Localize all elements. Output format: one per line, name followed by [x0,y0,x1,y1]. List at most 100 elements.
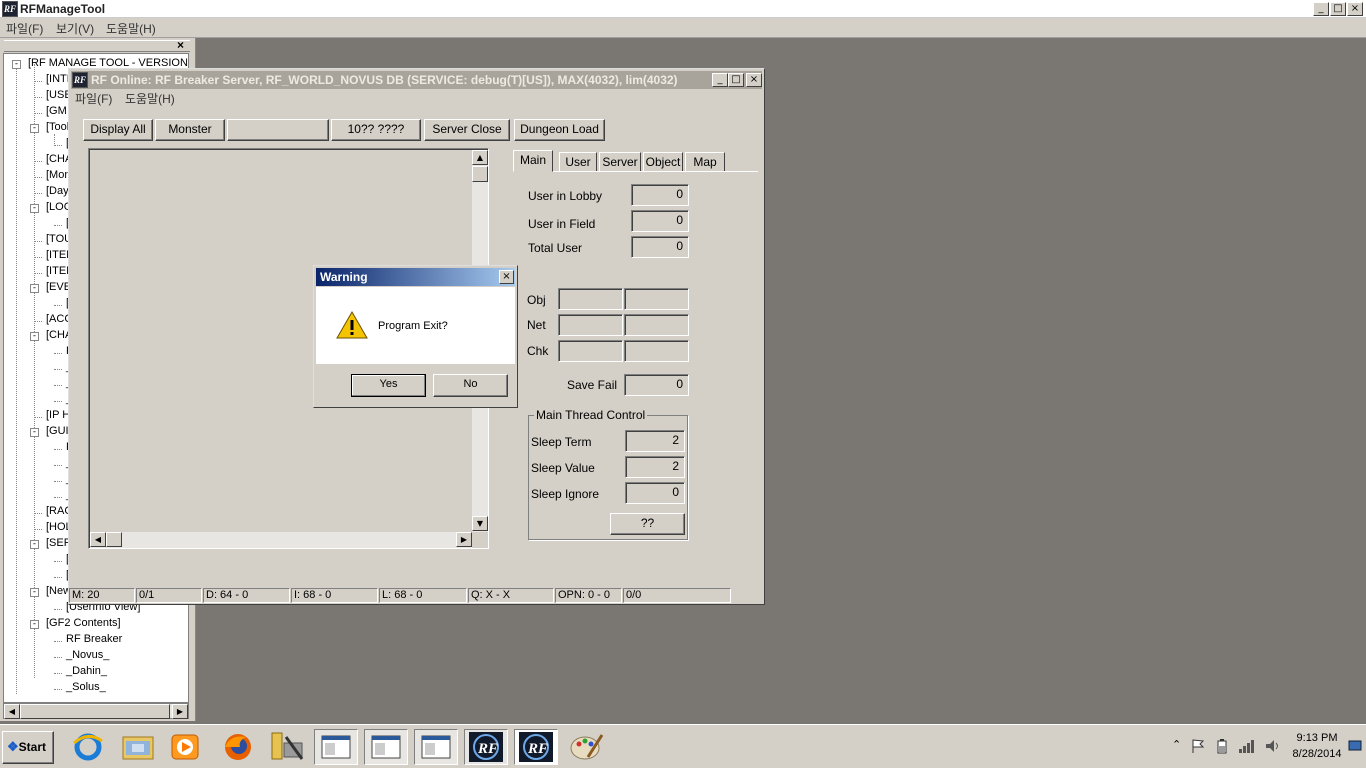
net-meter-2 [624,314,689,336]
scroll-right-icon[interactable]: ▶ [172,704,188,719]
start-button[interactable]: ❖Start [2,731,54,764]
monster-button[interactable]: Monster [155,119,225,141]
window-taskbar-button-2[interactable] [364,729,408,765]
tab-server[interactable]: Server [599,152,641,172]
window-icon [371,735,401,759]
obj-label: Obj [527,293,546,307]
sleep-value-value[interactable]: 2 [625,456,685,478]
clock-time[interactable]: 9:13 PM [1290,732,1344,744]
tree-node[interactable]: [GF2 Contents] [46,617,121,629]
tree-node[interactable]: _Solus_ [66,681,106,693]
tree-toggle-icon[interactable]: - [30,204,39,213]
window-icon [421,735,451,759]
restore-button[interactable]: □ [1330,2,1346,16]
minimize-button[interactable]: _ [1313,2,1329,16]
volume-icon[interactable] [1264,738,1280,754]
dialog-message: Program Exit? [378,320,448,332]
svg-text:RF: RF [527,741,548,757]
flag-icon[interactable] [1190,738,1206,754]
server-menu-file[interactable]: 파일(F) [75,90,112,107]
blank-button[interactable] [227,119,329,141]
scroll-up-icon[interactable]: ▲ [472,150,488,165]
tab-map[interactable]: Map [685,152,725,172]
tree-node[interactable]: RF Breaker [66,633,122,645]
media-player-icon [171,734,199,760]
server-minimize-button[interactable]: _ [712,73,728,87]
hscroll-thumb[interactable] [106,532,122,547]
sleep-value-label: Sleep Value [531,461,595,475]
file-explorer-icon [122,736,154,760]
hscroll-right-icon[interactable]: ▶ [456,532,472,547]
vertical-scroll-thumb[interactable] [472,166,488,182]
rf-icon: RF [469,732,503,762]
scroll-left-icon[interactable]: ◀ [4,704,20,719]
server-menu-help[interactable]: 도움말(H) [125,90,175,107]
window-taskbar-button-1[interactable] [314,729,358,765]
save-fail-value: 0 [624,374,689,396]
server-close-button[interactable]: × [746,73,762,87]
display-all-button[interactable]: Display All [83,119,153,141]
tree-toggle-icon[interactable]: - [30,540,39,549]
server-maximize-button[interactable]: □ [728,73,744,87]
show-desktop-icon[interactable] [1348,740,1362,752]
sleep-term-value[interactable]: 2 [625,430,685,452]
tree-toggle-icon[interactable]: - [30,284,39,293]
warning-icon [336,311,368,339]
paint-taskbar-button[interactable] [564,729,608,765]
status-i: I: 68 - 0 [291,588,378,603]
log-horizontal-scrollbar[interactable]: ◀ ▶ [90,532,472,548]
tab-object[interactable]: Object [643,152,683,172]
thread-apply-button[interactable]: ?? [610,513,685,535]
status-ratio: 0/0 [623,588,731,603]
menu-help[interactable]: 도움말(H) [106,20,156,37]
net-meter-1 [558,314,623,336]
yes-button[interactable]: Yes [351,374,426,397]
clock-date[interactable]: 8/28/2014 [1290,748,1344,760]
media-taskbar-button[interactable] [164,729,208,765]
tree-toggle-icon[interactable]: - [30,124,39,133]
tree-node[interactable]: _Dahin_ [66,665,107,677]
chk-meter-2 [624,340,689,362]
firefox-taskbar-button[interactable] [216,729,260,765]
tools-taskbar-button[interactable] [266,729,310,765]
tree-toggle-icon[interactable]: - [30,428,39,437]
tree-node[interactable]: [Day [46,185,69,197]
tree-toggle-icon[interactable]: - [12,60,21,69]
scroll-thumb[interactable] [20,704,170,719]
scroll-down-icon[interactable]: ▼ [472,516,488,531]
ie-taskbar-button[interactable] [66,729,110,765]
thread-control-title: Main Thread Control [534,408,648,422]
tree-toggle-icon[interactable]: - [30,332,39,341]
network-icon[interactable] [1238,738,1256,754]
tree-close-icon[interactable]: × [177,38,184,52]
tree-node[interactable]: _Novus_ [66,649,109,661]
close-button[interactable]: × [1347,2,1363,16]
hscroll-left-icon[interactable]: ◀ [90,532,106,547]
battery-icon[interactable] [1216,738,1228,754]
tree-toggle-icon[interactable]: - [30,588,39,597]
rf-taskbar-button-1[interactable]: RF [464,729,508,765]
tab-user[interactable]: User [559,152,597,172]
tree-node[interactable]: [Mon [46,169,70,181]
server-close-toolbar-button[interactable]: Server Close [424,119,510,141]
menu-view[interactable]: 보기(V) [56,20,94,37]
explorer-taskbar-button[interactable] [116,729,160,765]
toolbar-button-4[interactable]: 10?? ???? [331,119,421,141]
warning-dialog: Warning × Program Exit? Yes No [313,265,518,408]
rf-icon: RF [519,732,553,762]
window-taskbar-button-3[interactable] [414,729,458,765]
dialog-close-button[interactable]: × [499,270,514,284]
tab-main[interactable]: Main [513,150,553,172]
server-window-logo-icon: RF [72,72,88,88]
menu-file[interactable]: 파일(F) [6,20,43,37]
rf-taskbar-button-2[interactable]: RF [514,729,558,765]
tree-node[interactable]: [Tool [46,121,69,133]
dungeon-load-button[interactable]: Dungeon Load [514,119,605,141]
tree-horizontal-scrollbar[interactable]: ◀ ▶ [3,703,189,719]
sleep-ignore-value[interactable]: 0 [625,482,685,504]
tree-toggle-icon[interactable]: - [30,620,39,629]
sleep-term-label: Sleep Term [531,435,592,449]
tray-expand-icon[interactable]: ⌃ [1172,738,1181,751]
no-button[interactable]: No [433,374,508,397]
tree-node[interactable]: [IP H [46,409,70,421]
